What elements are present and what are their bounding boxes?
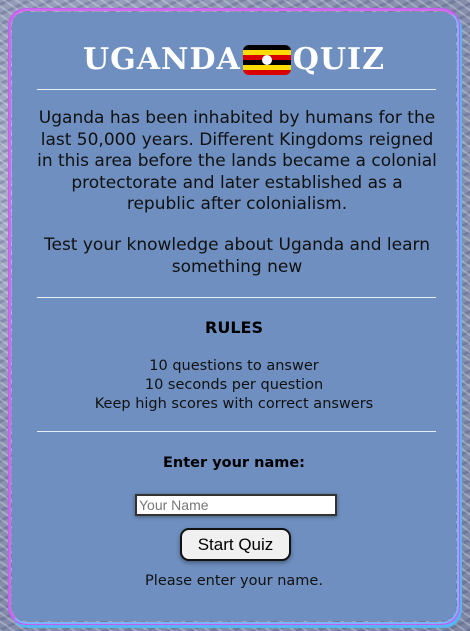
divider-top [37,89,436,90]
name-label: Enter your name: [163,455,305,471]
rules-list: 10 questions to answer 10 seconds per qu… [12,357,456,414]
intro-tagline: Test your knowledge about Uganda and lea… [43,235,430,277]
rules-heading: RULES [205,318,263,337]
intro-text: Uganda has been inhabited by humans for … [37,108,437,214]
divider-bottom [37,431,436,432]
title-uganda: UGANDA [82,42,241,77]
title-quiz: QUIZ [292,42,385,77]
quiz-card: UGANDA QUIZ Uganda has been inhabited by… [9,9,459,624]
status-message: Please enter your name. [145,573,323,589]
rule-item: 10 seconds per question [144,377,324,393]
page-title: UGANDA QUIZ [12,42,456,77]
rule-item: Keep high scores with correct answers [94,396,374,412]
divider-middle [37,297,436,298]
uganda-flag-icon [242,44,291,75]
name-input[interactable] [135,494,337,516]
rule-item: 10 questions to answer [149,358,319,374]
start-quiz-button[interactable]: Start Quiz [180,528,291,561]
